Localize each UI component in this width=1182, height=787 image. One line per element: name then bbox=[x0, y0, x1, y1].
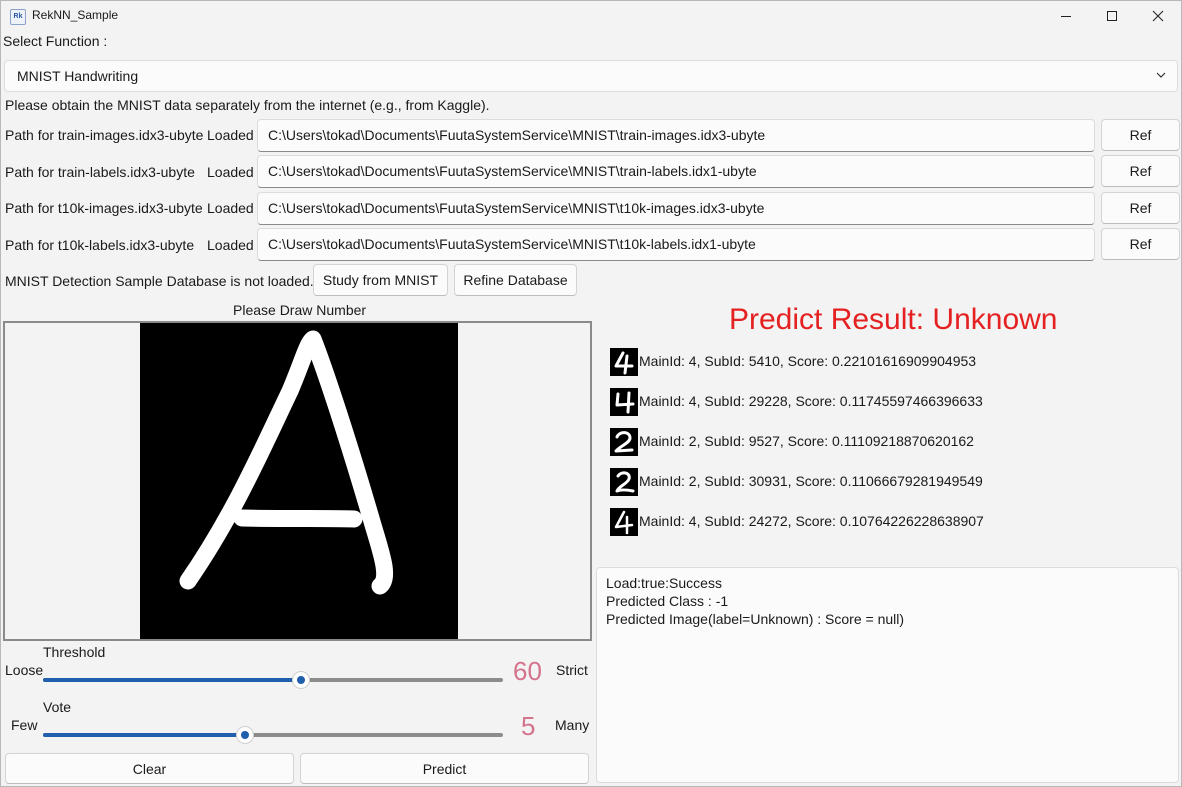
log-line: Load:true:Success bbox=[606, 575, 722, 591]
ref-button-t10k-images[interactable]: Ref bbox=[1101, 192, 1180, 224]
result-item-text: MainId: 4, SubId: 5410, Score: 0.2210161… bbox=[639, 353, 977, 369]
vote-max-label: Many bbox=[555, 717, 590, 733]
threshold-max-label: Strict bbox=[556, 662, 588, 678]
path-label-train-images: Path for train-images.idx3-ubyte bbox=[5, 127, 204, 143]
predict-button[interactable]: Predict bbox=[300, 753, 589, 784]
path-status-t10k-images: Loaded bbox=[207, 200, 254, 216]
clear-button[interactable]: Clear bbox=[5, 753, 294, 784]
vote-value: 5 bbox=[521, 711, 536, 741]
notice-text: Please obtain the MNIST data separately … bbox=[5, 97, 490, 113]
app-window: Rk RekNN_Sample Select Function : MNIST … bbox=[0, 0, 1182, 787]
threshold-slider[interactable] bbox=[43, 678, 503, 682]
train-labels-path-field[interactable]: C:\Users\tokad\Documents\FuutaSystemServ… bbox=[257, 155, 1095, 188]
path-label-t10k-images: Path for t10k-images.idx3-ubyte bbox=[5, 200, 203, 216]
minimize-button[interactable] bbox=[1043, 1, 1089, 31]
log-line: Predicted Class : -1 bbox=[606, 593, 729, 609]
predict-result-title: Predict Result: Unknown bbox=[729, 303, 1058, 336]
threshold-title: Threshold bbox=[43, 644, 106, 660]
drawn-letter-a-stroke bbox=[179, 330, 394, 595]
log-output[interactable]: Load:true:Success Predicted Class : -1 P… bbox=[596, 567, 1179, 783]
function-select-value: MNIST Handwriting bbox=[17, 68, 139, 84]
path-status-train-images: Loaded bbox=[207, 127, 254, 143]
vote-min-label: Few bbox=[11, 717, 38, 733]
result-digit-thumbnail bbox=[610, 388, 638, 416]
close-icon bbox=[1152, 10, 1164, 22]
ref-button-train-labels[interactable]: Ref bbox=[1101, 155, 1180, 187]
app-icon: Rk bbox=[10, 9, 26, 25]
result-item-text: MainId: 2, SubId: 9527, Score: 0.1110921… bbox=[639, 433, 974, 449]
canvas-title: Please Draw Number bbox=[233, 302, 367, 318]
function-select[interactable]: MNIST Handwriting bbox=[4, 60, 1178, 92]
t10k-images-path-field[interactable]: C:\Users\tokad\Documents\FuutaSystemServ… bbox=[257, 192, 1095, 225]
result-item-text: MainId: 4, SubId: 24272, Score: 0.107642… bbox=[639, 513, 984, 529]
train-images-path-field[interactable]: C:\Users\tokad\Documents\FuutaSystemServ… bbox=[257, 119, 1095, 152]
window-title: RekNN_Sample bbox=[32, 8, 119, 22]
maximize-button[interactable] bbox=[1089, 1, 1135, 31]
drawing-canvas-frame bbox=[3, 321, 592, 641]
title-bar[interactable]: Rk RekNN_Sample bbox=[1, 1, 1181, 31]
ref-button-t10k-labels[interactable]: Ref bbox=[1101, 228, 1180, 260]
digit-2-image bbox=[614, 431, 634, 453]
vote-slider-thumb[interactable] bbox=[236, 726, 255, 744]
threshold-slider-fill bbox=[43, 678, 301, 682]
database-status: MNIST Detection Sample Database is not l… bbox=[5, 273, 314, 289]
chevron-down-icon bbox=[1156, 72, 1166, 78]
refine-database-button[interactable]: Refine Database bbox=[454, 264, 577, 296]
digit-4-image bbox=[614, 351, 634, 375]
vote-slider[interactable] bbox=[43, 733, 503, 737]
close-button[interactable] bbox=[1135, 1, 1181, 31]
result-item-text: MainId: 2, SubId: 30931, Score: 0.110666… bbox=[639, 473, 983, 489]
select-function-label: Select Function : bbox=[3, 33, 108, 49]
threshold-value: 60 bbox=[513, 656, 542, 686]
path-label-train-labels: Path for train-labels.idx3-ubyte bbox=[5, 164, 195, 180]
ref-button-train-images[interactable]: Ref bbox=[1101, 119, 1180, 151]
threshold-slider-thumb[interactable] bbox=[291, 671, 310, 689]
threshold-min-label: Loose bbox=[5, 662, 44, 678]
result-digit-thumbnail bbox=[610, 508, 638, 536]
path-status-t10k-labels: Loaded bbox=[207, 237, 254, 253]
minimize-icon bbox=[1061, 16, 1071, 17]
path-label-t10k-labels: Path for t10k-labels.idx3-ubyte bbox=[5, 237, 195, 253]
result-digit-thumbnail bbox=[610, 468, 638, 496]
vote-title: Vote bbox=[43, 699, 72, 715]
result-item-text: MainId: 4, SubId: 29228, Score: 0.117455… bbox=[639, 393, 983, 409]
study-from-mnist-button[interactable]: Study from MNIST bbox=[313, 264, 448, 296]
vote-slider-fill bbox=[43, 733, 246, 737]
digit-4-image bbox=[615, 391, 635, 414]
result-digit-thumbnail bbox=[610, 428, 638, 456]
digit-4-image bbox=[614, 510, 634, 535]
digit-2-image bbox=[615, 471, 635, 493]
maximize-icon bbox=[1107, 11, 1117, 21]
log-line: Predicted Image(label=Unknown) : Score =… bbox=[606, 611, 905, 627]
drawing-canvas[interactable] bbox=[140, 323, 458, 639]
path-status-train-labels: Loaded bbox=[207, 164, 254, 180]
t10k-labels-path-field[interactable]: C:\Users\tokad\Documents\FuutaSystemServ… bbox=[257, 228, 1095, 261]
result-digit-thumbnail bbox=[610, 348, 638, 376]
